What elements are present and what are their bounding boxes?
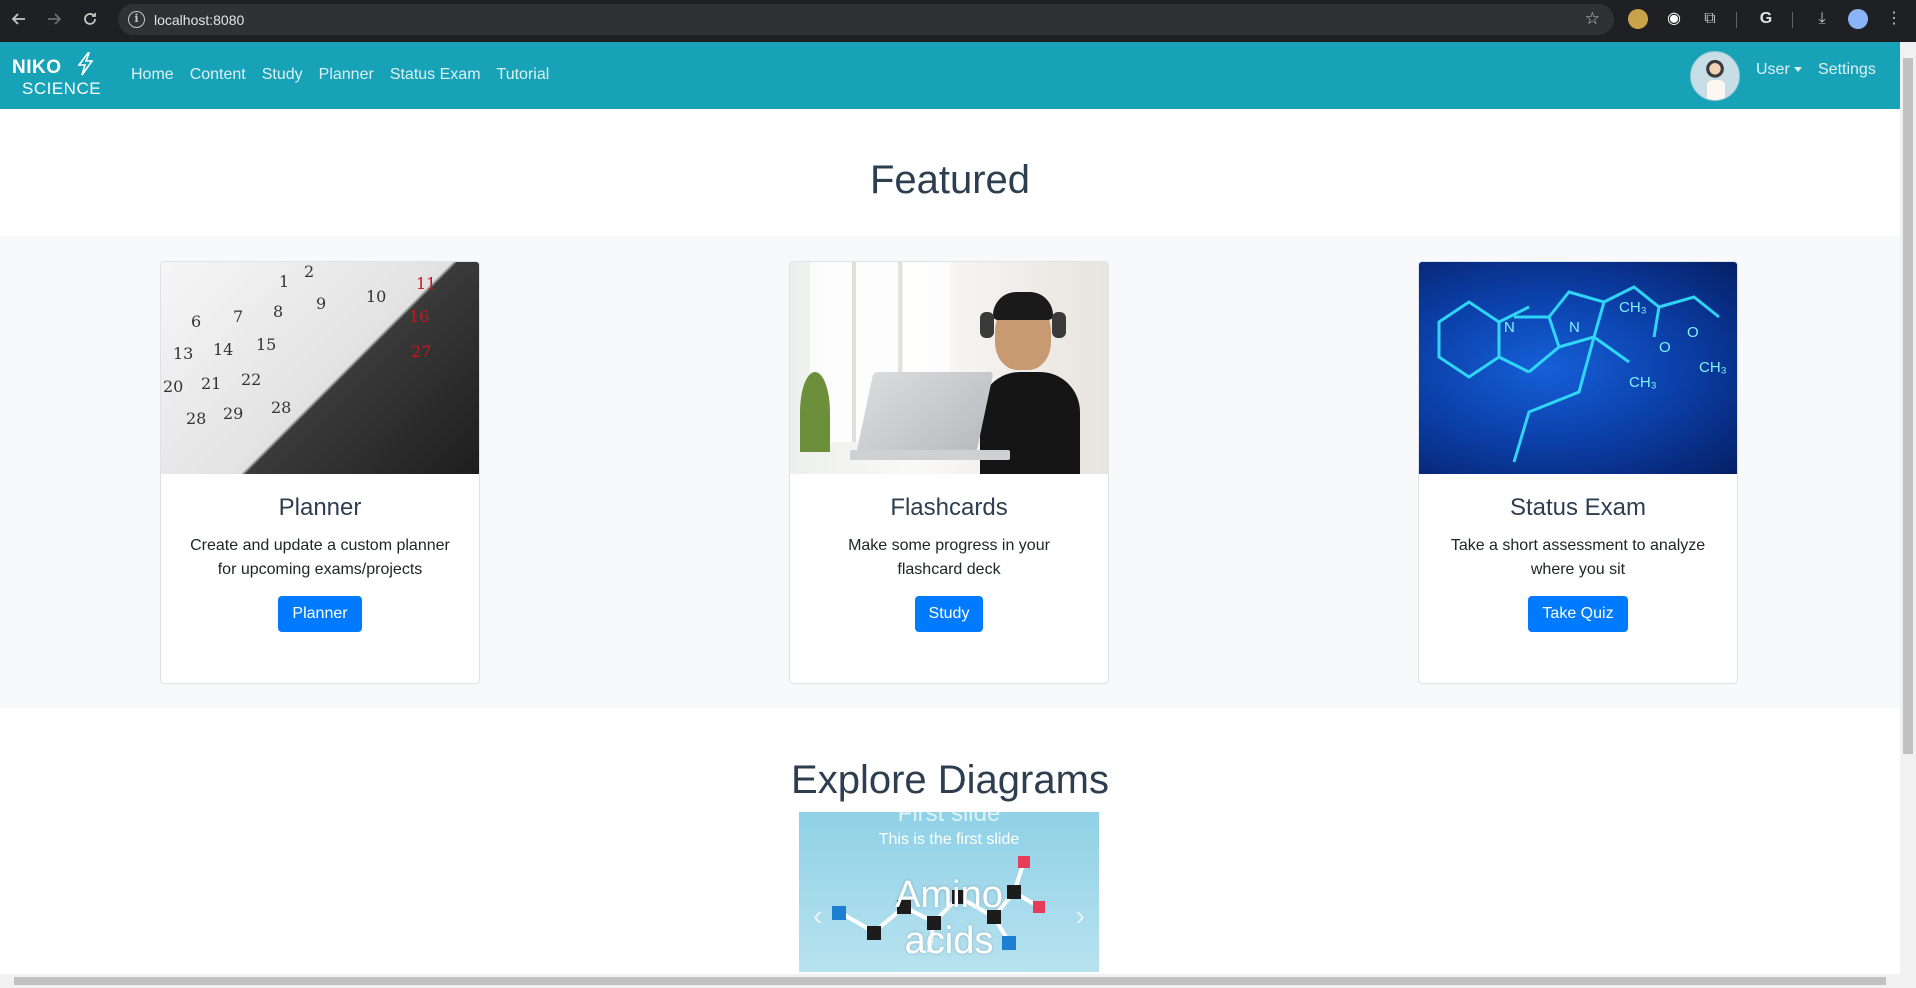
menu-kebab-icon[interactable]: ⋮ [1884, 9, 1904, 29]
nav-study[interactable]: Study [262, 66, 303, 84]
status-exam-card: CH₃ N N CH₃ O CH₃ O Status Exam Take a s… [1418, 261, 1738, 684]
card-title: Status Exam [1509, 494, 1647, 521]
url-text: localhost:8080 [154, 12, 245, 28]
nav-tutorial[interactable]: Tutorial [497, 66, 550, 84]
carousel-next-icon[interactable]: › [1076, 900, 1085, 932]
extensions-puzzle-icon[interactable]: ⧉ [1700, 9, 1720, 29]
back-icon[interactable] [8, 8, 30, 30]
carousel-prev-icon[interactable]: ‹ [813, 900, 822, 932]
svg-text:N: N [1569, 319, 1580, 336]
brand-line2: SCIENCE [22, 79, 102, 98]
vertical-scrollbar[interactable] [1900, 42, 1916, 974]
nav-content[interactable]: Content [190, 66, 246, 84]
slide-image-text: Amino acids [895, 874, 1003, 962]
svg-text:O: O [1659, 339, 1671, 356]
flashcards-card: Flashcards Make some progress in your fl… [789, 261, 1109, 684]
svg-text:N: N [1504, 319, 1515, 336]
calendar-image: 12 6 7 8 9 10 11 13 14 15 16 20 21 22 27 28 29 28 [161, 262, 479, 474]
user-avatar[interactable] [1690, 51, 1740, 101]
app-navbar: NIKO SCIENCE Home Content Study Planner … [0, 42, 1900, 109]
svg-text:CH₃: CH₃ [1619, 299, 1647, 316]
card-title: Flashcards [890, 494, 1008, 521]
reload-icon[interactable] [79, 8, 101, 30]
settings-link[interactable]: Settings [1818, 61, 1876, 79]
profile-avatar-icon[interactable] [1848, 9, 1868, 29]
take-quiz-button[interactable]: Take Quiz [1528, 596, 1628, 632]
slide-heading: First slide [897, 812, 1001, 827]
card-title: Planner [278, 494, 362, 521]
bookmark-star-icon[interactable]: ☆ [1585, 9, 1600, 29]
forward-icon[interactable] [43, 8, 65, 30]
toolbar-divider [1792, 12, 1793, 28]
diagram-carousel[interactable]: First slide This is the first slide Amin… [799, 812, 1099, 972]
lightning-bolt-icon [77, 52, 94, 76]
card-text: Create and update a custom planner for u… [190, 537, 450, 578]
download-icon[interactable]: ⤓ [1812, 9, 1832, 29]
user-dropdown-label: User [1756, 61, 1790, 78]
nav-home[interactable]: Home [131, 66, 174, 84]
address-bar[interactable]: i localhost:8080 ☆ [118, 4, 1614, 35]
toolbar-divider [1736, 12, 1737, 28]
molecule-image: CH₃ N N CH₃ O CH₃ O [1419, 262, 1737, 474]
extension-icon[interactable]: ◉ [1664, 9, 1684, 29]
student-laptop-image [790, 262, 1108, 474]
caret-down-icon [1793, 67, 1802, 73]
nav-status-exam[interactable]: Status Exam [390, 66, 481, 84]
main-nav: Home Content Study Planner Status Exam T… [131, 66, 565, 84]
horizontal-scrollbar[interactable] [0, 974, 1916, 988]
explore-diagrams-title: Explore Diagrams [791, 758, 1109, 802]
slide-caption: This is the first slide [878, 831, 1020, 848]
svg-text:CH₃: CH₃ [1629, 374, 1657, 391]
extension-icon[interactable] [1628, 9, 1648, 29]
google-icon[interactable]: G [1756, 9, 1776, 29]
nav-planner[interactable]: Planner [319, 66, 374, 84]
svg-text:CH₃: CH₃ [1699, 359, 1727, 376]
featured-title: Featured [869, 158, 1031, 202]
planner-button[interactable]: Planner [278, 596, 362, 632]
user-dropdown[interactable]: User [1756, 61, 1802, 79]
brand-line1: NIKO [12, 57, 62, 78]
planner-card: 12 6 7 8 9 10 11 13 14 15 16 20 21 22 27 28 29 28 Pla… [160, 261, 480, 684]
study-button[interactable]: Study [914, 596, 984, 632]
card-text: Take a short assessment to analyze where… [1450, 537, 1706, 578]
browser-toolbar: i localhost:8080 ☆ ◉ ⧉ G ⤓ ⋮ [0, 0, 1916, 42]
site-info-icon[interactable]: i [128, 11, 145, 28]
brand-logo[interactable]: NIKO SCIENCE [12, 52, 101, 97]
svg-text:O: O [1687, 324, 1699, 341]
card-text: Make some progress in your flashcard dec… [848, 537, 1050, 578]
